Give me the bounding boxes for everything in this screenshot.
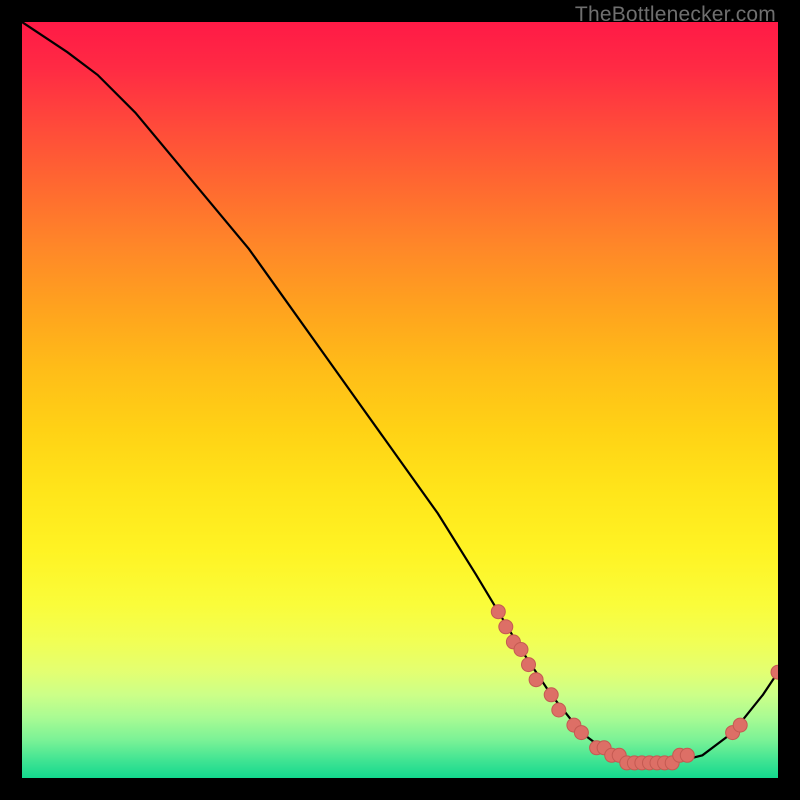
highlight-marker xyxy=(499,620,513,634)
watermark-text: TheBottlenecker.com xyxy=(575,3,776,27)
chart-plot-area xyxy=(22,22,778,778)
chart-background-gradient xyxy=(22,22,778,778)
highlight-marker xyxy=(491,605,505,619)
highlight-marker xyxy=(552,703,566,717)
highlight-marker xyxy=(529,673,543,687)
highlight-marker xyxy=(680,748,694,762)
highlight-marker xyxy=(733,718,747,732)
highlight-marker xyxy=(514,643,528,657)
chart-stage: TheBottlenecker.com xyxy=(0,0,800,800)
highlight-marker xyxy=(522,658,536,672)
highlight-marker xyxy=(574,726,588,740)
highlight-marker xyxy=(544,688,558,702)
chart-svg xyxy=(22,22,778,778)
